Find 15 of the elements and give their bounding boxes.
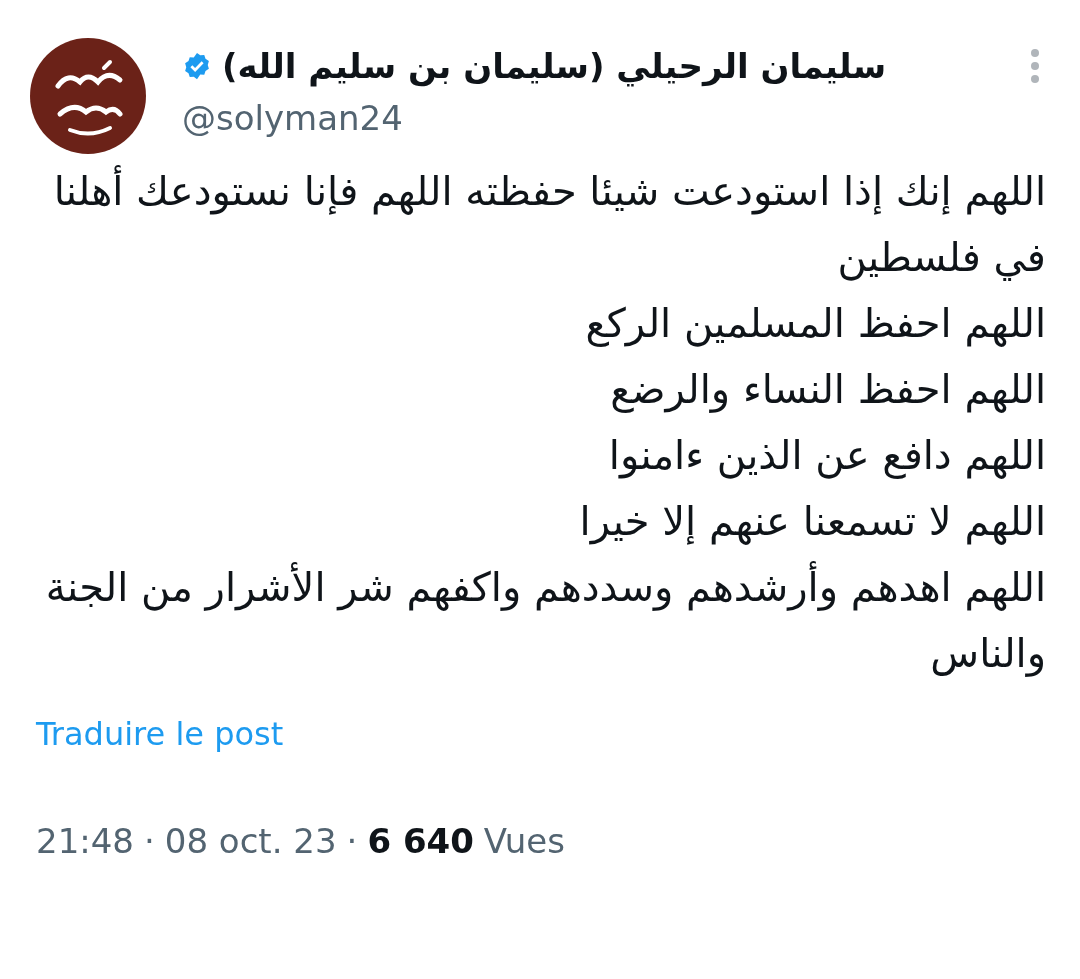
post-time: 21:48: [36, 820, 134, 863]
post-text: اللهم اهدهم وأرشدهم وسددهم واكفهم شر الأشرار من الجنة والناس: [34, 554, 1046, 686]
separator-dot: ·: [346, 820, 358, 863]
post-text: اللهم لا تسمعنا عنهم إلا خيرا: [578, 497, 1046, 547]
post-text: اللهم احفظ المسلمين الركع: [584, 299, 1046, 349]
post-text: اللهم دافع عن الذين ءامنوا: [607, 431, 1046, 481]
separator-dot: ·: [144, 820, 155, 863]
post-text: اللهم إنك إذا استودعت شيئا حفظته اللهم فإنا نستودعك أهلنا في فلسطين: [34, 158, 1046, 290]
author-name[interactable]: سليمان الرحيلي (سليمان بن سليم الله): [222, 40, 887, 92]
author-handle[interactable]: @solyman24: [182, 94, 1040, 142]
views-count: 6 640: [367, 820, 474, 863]
post-date: 08 oct. 23: [164, 820, 337, 863]
post-text: اللهم احفظ النساء والرضع: [609, 365, 1046, 415]
avatar[interactable]: [30, 38, 146, 154]
views-label: Vues: [483, 820, 565, 863]
